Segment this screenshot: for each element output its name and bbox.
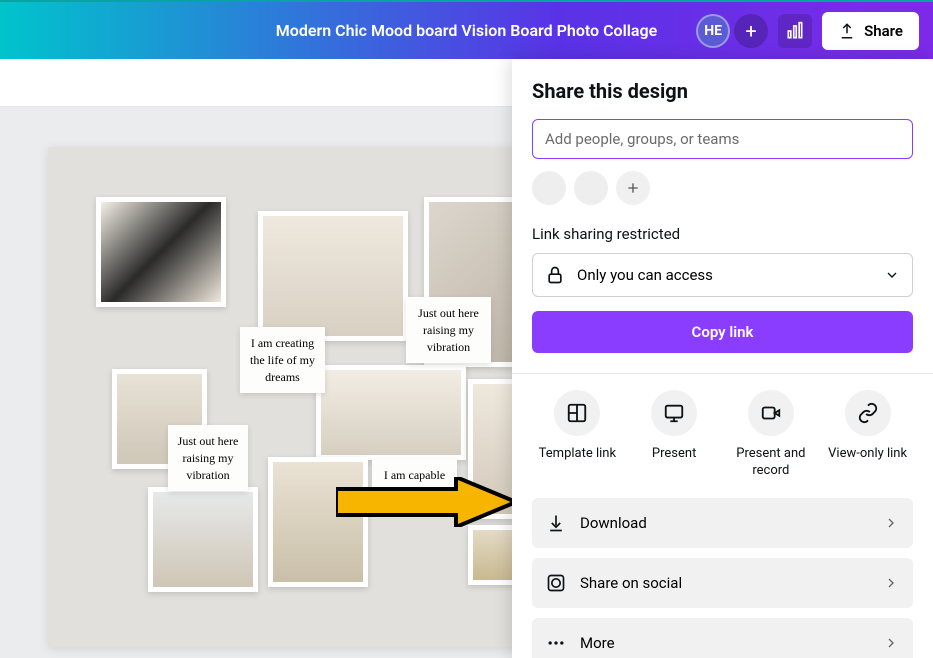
template-icon bbox=[566, 402, 588, 424]
action-label: Template link bbox=[539, 446, 616, 463]
list-item-label: Share on social bbox=[580, 574, 682, 592]
photo-coffee[interactable] bbox=[316, 365, 466, 460]
add-people-input[interactable] bbox=[532, 119, 913, 159]
person-chip[interactable] bbox=[532, 171, 566, 205]
chevron-down-icon bbox=[884, 267, 900, 283]
people-chips bbox=[532, 171, 913, 205]
avatar[interactable]: HE bbox=[696, 14, 730, 48]
add-member-button[interactable]: + bbox=[734, 14, 768, 48]
link-icon bbox=[857, 402, 879, 424]
present-icon bbox=[663, 402, 685, 424]
header: Modern Chic Mood board Vision Board Phot… bbox=[0, 0, 933, 59]
person-chip[interactable] bbox=[574, 171, 608, 205]
photo-outfit[interactable] bbox=[258, 211, 408, 341]
chevron-right-icon bbox=[883, 515, 899, 531]
present-record-action[interactable]: Present and record bbox=[726, 390, 817, 480]
view-only-action[interactable]: View-only link bbox=[822, 390, 913, 480]
download-item[interactable]: Download bbox=[532, 498, 913, 548]
action-label: Present bbox=[652, 446, 696, 463]
chevron-right-icon bbox=[883, 635, 899, 651]
action-label: Present and record bbox=[726, 446, 817, 480]
share-panel: Share this design Link sharing restricte… bbox=[512, 59, 933, 658]
page-title: Modern Chic Mood board Vision Board Phot… bbox=[276, 21, 657, 40]
divider bbox=[512, 373, 933, 374]
action-label: View-only link bbox=[828, 446, 907, 463]
chevron-right-icon bbox=[883, 575, 899, 591]
add-person-chip[interactable] bbox=[616, 171, 650, 205]
access-select[interactable]: Only you can access bbox=[532, 253, 913, 297]
access-select-label: Only you can access bbox=[577, 266, 713, 284]
bar-chart-icon bbox=[785, 21, 805, 41]
arrow-right-icon bbox=[336, 477, 516, 527]
share-social-item[interactable]: Share on social bbox=[532, 558, 913, 608]
share-button-label: Share bbox=[864, 22, 903, 40]
photo-beach[interactable] bbox=[148, 487, 258, 592]
dots-icon bbox=[546, 633, 566, 653]
record-icon bbox=[760, 402, 782, 424]
share-button[interactable]: Share bbox=[822, 12, 919, 50]
globe-icon bbox=[546, 573, 566, 593]
list-item-label: More bbox=[580, 634, 615, 652]
share-panel-heading: Share this design bbox=[532, 79, 913, 103]
analytics-button[interactable] bbox=[778, 14, 812, 48]
note-affirmation-2[interactable]: Just out here raising my vibration bbox=[406, 297, 491, 363]
upload-icon bbox=[838, 22, 856, 40]
photo-laptop[interactable] bbox=[96, 197, 226, 307]
lock-icon bbox=[545, 265, 565, 285]
template-link-action[interactable]: Template link bbox=[532, 390, 623, 480]
more-item[interactable]: More bbox=[532, 618, 913, 658]
download-icon bbox=[546, 513, 566, 533]
list-item-label: Download bbox=[580, 514, 647, 532]
plus-icon bbox=[625, 180, 641, 196]
copy-link-button[interactable]: Copy link bbox=[532, 311, 913, 353]
present-action[interactable]: Present bbox=[629, 390, 720, 480]
note-affirmation-1[interactable]: I am creating the life of my dreams bbox=[240, 327, 325, 393]
share-actions-row: Template link Present Present and record… bbox=[532, 390, 913, 480]
link-sharing-label: Link sharing restricted bbox=[532, 225, 913, 243]
annotation-arrow bbox=[336, 477, 516, 527]
note-affirmation-3[interactable]: Just out here raising my vibration bbox=[168, 425, 248, 491]
